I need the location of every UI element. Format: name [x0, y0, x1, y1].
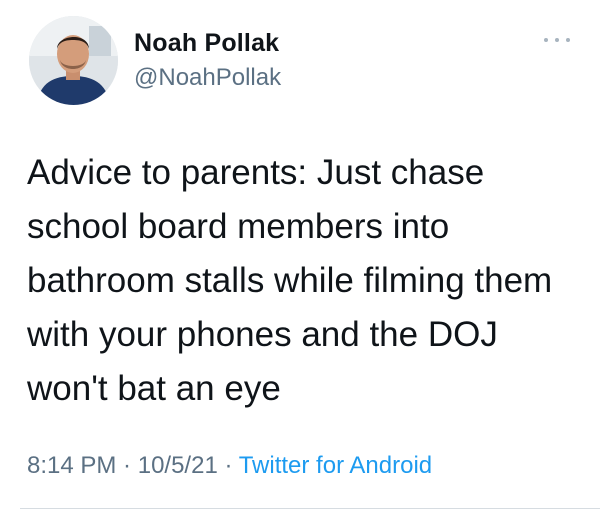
- divider: [20, 508, 600, 509]
- dot: [544, 38, 548, 42]
- more-options-icon[interactable]: [544, 36, 570, 44]
- tweet-card: Noah Pollak @NoahPollak Advice to parent…: [0, 0, 600, 512]
- meta-separator: ·: [116, 452, 138, 479]
- tweet-source[interactable]: Twitter for Android: [239, 452, 432, 479]
- meta-separator: ·: [217, 452, 239, 479]
- tweet-time[interactable]: 8:14 PM: [27, 452, 116, 479]
- dot: [555, 38, 559, 42]
- tweet-meta: 8:14 PM · 10/5/21 · Twitter for Android: [27, 452, 432, 480]
- tweet-date[interactable]: 10/5/21: [138, 452, 218, 479]
- avatar[interactable]: [29, 16, 118, 105]
- tweet-text: Advice to parents: Just chase school boa…: [27, 153, 553, 408]
- avatar-image: [29, 16, 118, 105]
- user-handle[interactable]: @NoahPollak: [134, 64, 281, 92]
- display-name[interactable]: Noah Pollak: [134, 29, 279, 58]
- dot: [566, 38, 570, 42]
